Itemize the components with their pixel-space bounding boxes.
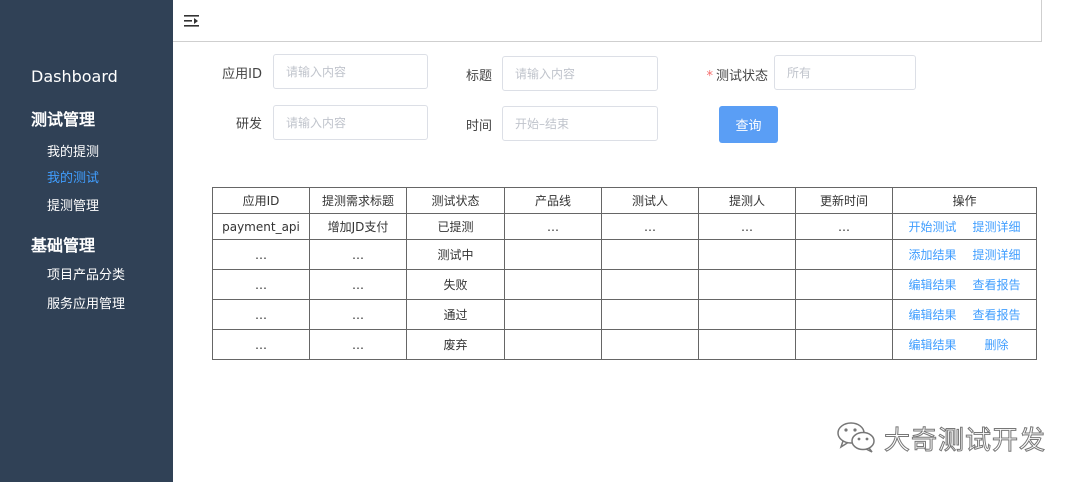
developer-label: 研发 [235, 117, 262, 132]
col-header-updated: 更新时间 [795, 187, 893, 214]
edit-result-link[interactable]: 编辑结果 [901, 336, 965, 353]
sidebar-item-dashboard[interactable]: Dashboard [31, 67, 118, 86]
submission-detail-link[interactable]: 提测详细 [965, 218, 1029, 235]
cell-title: 增加JD支付 [309, 213, 407, 240]
cell-tester [601, 299, 699, 330]
sidebar-group-base-management[interactable]: 基础管理 [31, 232, 95, 256]
app-id-label: 应用ID [222, 67, 262, 82]
table-header-row: 应用ID 提测需求标题 测试状态 产品线 测试人 提测人 更新时间 操作 [212, 187, 1037, 214]
col-header-tester: 测试人 [601, 187, 699, 214]
cell-product-line [504, 269, 602, 300]
cell-tester [601, 329, 699, 360]
table-row: … … 通过 编辑结果 查看报告 [212, 299, 1037, 330]
cell-title: … [309, 329, 407, 360]
top-navbar [173, 0, 1042, 42]
edit-result-link[interactable]: 编辑结果 [901, 276, 965, 293]
title-input[interactable] [502, 56, 658, 91]
cell-app-id: … [212, 269, 310, 300]
developer-input[interactable] [273, 105, 428, 140]
cell-title: … [309, 299, 407, 330]
cell-app-id: … [212, 329, 310, 360]
watermark: 大奇测试开发 [836, 416, 1050, 457]
cell-product-line [504, 239, 602, 270]
cell-updated [795, 299, 893, 330]
cell-status: 废弃 [406, 329, 505, 360]
cell-updated [795, 329, 893, 360]
col-header-actions: 操作 [892, 187, 1037, 214]
add-result-link[interactable]: 添加结果 [901, 246, 965, 263]
cell-app-id: … [212, 239, 310, 270]
col-header-title: 提测需求标题 [309, 187, 407, 214]
sidebar-item-service-apps[interactable]: 服务应用管理 [47, 293, 125, 312]
watermark-text: 大奇测试开发 [883, 426, 1047, 457]
cell-title: … [309, 239, 407, 270]
sidebar-item-my-submissions[interactable]: 我的提测 [47, 141, 99, 160]
start-test-link[interactable]: 开始测试 [901, 218, 965, 235]
cell-actions: 编辑结果 查看报告 [892, 269, 1037, 300]
cell-actions: 编辑结果 删除 [892, 329, 1037, 360]
cell-product-line [504, 299, 602, 330]
table-row: … … 测试中 添加结果 提测详细 [212, 239, 1037, 270]
cell-status: 已提测 [406, 213, 505, 240]
wechat-icon [837, 422, 875, 453]
title-label: 标题 [465, 69, 492, 84]
time-range-input[interactable] [502, 106, 658, 141]
cell-submitter: … [698, 213, 796, 240]
test-table: 应用ID 提测需求标题 测试状态 产品线 测试人 提测人 更新时间 操作 pay… [212, 187, 1037, 360]
cell-app-id: … [212, 299, 310, 330]
cell-submitter [698, 239, 796, 270]
col-header-status: 测试状态 [406, 187, 505, 214]
cell-actions: 开始测试 提测详细 [892, 213, 1037, 240]
table-row: … … 失败 编辑结果 查看报告 [212, 269, 1037, 300]
submission-detail-link[interactable]: 提测详细 [965, 246, 1029, 263]
col-header-app-id: 应用ID [212, 187, 310, 214]
time-label: 时间 [465, 119, 492, 134]
cell-submitter [698, 269, 796, 300]
cell-tester [601, 269, 699, 300]
edit-result-link[interactable]: 编辑结果 [901, 306, 965, 323]
query-button[interactable]: 查询 [719, 106, 778, 143]
table-row: … … 废弃 编辑结果 删除 [212, 329, 1037, 360]
cell-actions: 添加结果 提测详细 [892, 239, 1037, 270]
cell-updated: … [795, 213, 893, 240]
table-row: payment_api 增加JD支付 已提测 … … … … 开始测试 提测详细 [212, 213, 1037, 240]
sidebar-item-my-tests[interactable]: 我的测试 [47, 167, 99, 186]
cell-submitter [698, 329, 796, 360]
cell-product-line [504, 329, 602, 360]
delete-link[interactable]: 删除 [965, 336, 1029, 353]
required-mark: * [706, 69, 713, 84]
test-status-label: * 测试状态 [690, 65, 768, 84]
test-status-select[interactable] [774, 55, 916, 90]
cell-status: 测试中 [406, 239, 505, 270]
app-id-input[interactable] [273, 54, 428, 89]
cell-app-id: payment_api [212, 213, 310, 240]
cell-product-line: … [504, 213, 602, 240]
cell-updated [795, 269, 893, 300]
cell-status: 通过 [406, 299, 505, 330]
test-status-label-text: 测试状态 [715, 69, 768, 84]
cell-tester: … [601, 213, 699, 240]
sidebar-item-product-category[interactable]: 项目产品分类 [47, 264, 125, 283]
col-header-product-line: 产品线 [504, 187, 602, 214]
cell-tester [601, 239, 699, 270]
cell-submitter [698, 299, 796, 330]
sidebar: Dashboard 测试管理 我的提测 我的测试 提测管理 基础管理 项目产品分… [0, 0, 173, 482]
menu-fold-icon[interactable] [184, 14, 199, 28]
view-report-link[interactable]: 查看报告 [965, 276, 1029, 293]
cell-updated [795, 239, 893, 270]
view-report-link[interactable]: 查看报告 [965, 306, 1029, 323]
cell-actions: 编辑结果 查看报告 [892, 299, 1037, 330]
cell-title: … [309, 269, 407, 300]
col-header-submitter: 提测人 [698, 187, 796, 214]
cell-status: 失败 [406, 269, 505, 300]
sidebar-group-test-management[interactable]: 测试管理 [31, 106, 95, 130]
sidebar-item-submission-management[interactable]: 提测管理 [47, 195, 99, 214]
